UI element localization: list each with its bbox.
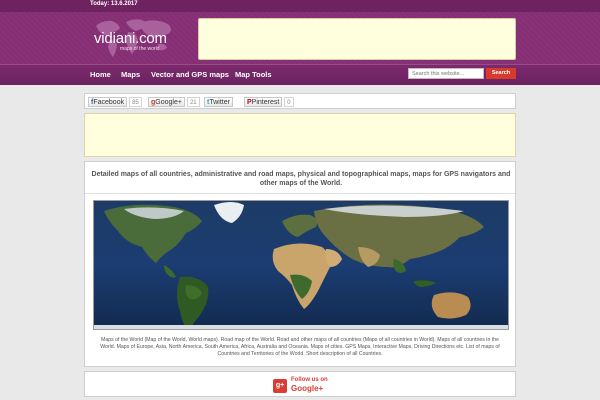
nav-item-maps[interactable]: Maps: [121, 70, 140, 79]
main-content: Detailed maps of all countries, administ…: [84, 161, 516, 367]
today-date: Today: 13.6.2017: [90, 1, 138, 7]
divider: [85, 193, 515, 194]
nav-item-map-tools[interactable]: Map Tools: [235, 70, 272, 79]
googleplus-share-count: 21: [186, 97, 200, 107]
facebook-share-count: 85: [129, 97, 142, 107]
pinterest-share[interactable]: PPinterest 0: [244, 97, 294, 107]
site-header: vidiani.com maps of the world: [0, 12, 600, 64]
follow-googleplus-button[interactable]: g+ Follow us on Google+: [273, 376, 329, 395]
map-caption: Maps of the World (Map of the World, Wor…: [100, 337, 500, 358]
nav-item-home[interactable]: Home: [90, 70, 111, 79]
top-date-bar: Today: 13.6.2017: [0, 0, 600, 12]
twitter-share[interactable]: tTwitter: [204, 97, 233, 107]
content-ad-banner[interactable]: [84, 113, 516, 157]
facebook-share-label: Facebook: [93, 99, 125, 106]
page-title: Detailed maps of all countries, administ…: [91, 171, 511, 187]
nav-item-vector-gps-maps[interactable]: Vector and GPS maps: [151, 70, 229, 79]
twitter-share-label: Twitter: [209, 99, 230, 106]
search-button[interactable]: Search: [486, 68, 516, 79]
facebook-share[interactable]: fFacebook 85: [88, 97, 142, 107]
header-ad-banner[interactable]: [198, 18, 516, 60]
site-logo[interactable]: vidiani.com maps of the world: [90, 16, 176, 60]
world-map-image: [94, 201, 508, 329]
world-satellite-map[interactable]: [93, 200, 509, 330]
pinterest-share-count: 0: [284, 97, 294, 107]
follow-line1: Follow us on: [291, 377, 328, 383]
site-logo-name: vidiani.com: [94, 30, 167, 47]
googleplus-share[interactable]: gGoogle+ 21: [148, 97, 200, 107]
search-input[interactable]: [408, 68, 484, 79]
googleplus-icon: g+: [273, 379, 287, 393]
googleplus-share-label: Google+: [155, 99, 182, 106]
social-share-bar: fFacebook 85 gGoogle+ 21 tTwitter PPintere…: [84, 93, 516, 109]
pinterest-share-label: Pinterest: [251, 99, 280, 106]
site-logo-tagline: maps of the world: [120, 46, 160, 52]
follow-panel: g+ Follow us on Google+: [84, 371, 516, 397]
follow-line2: Google+: [291, 384, 324, 393]
